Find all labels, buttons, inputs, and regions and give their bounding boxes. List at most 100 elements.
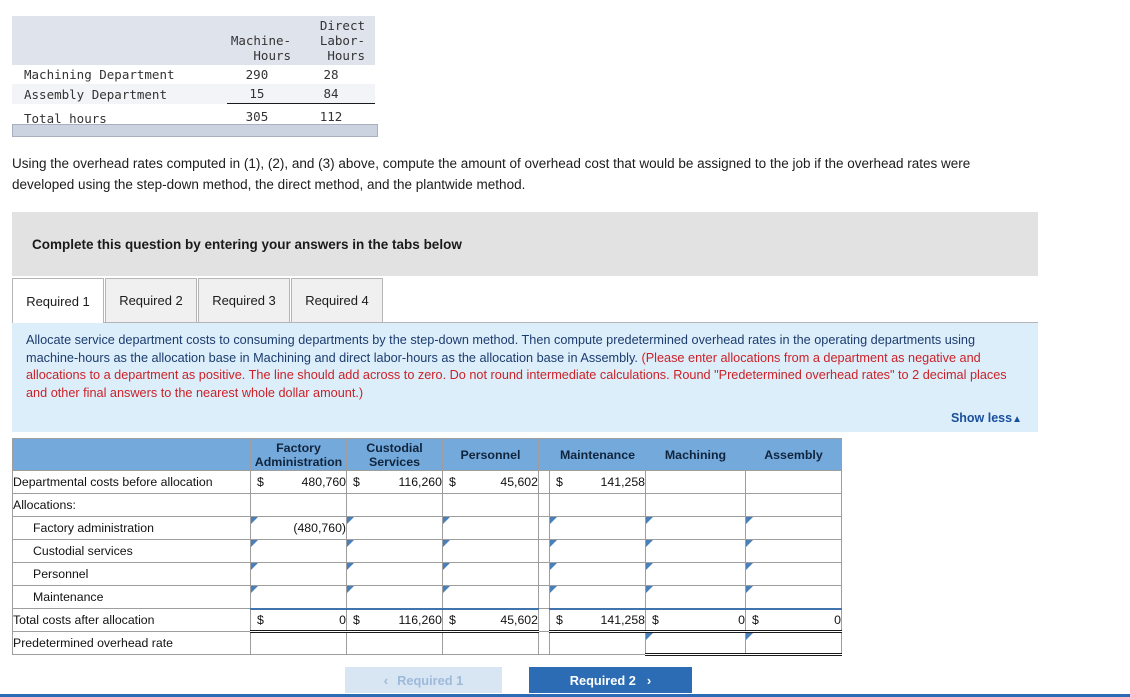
tab-required-2[interactable]: Required 2	[105, 278, 197, 322]
before-allocation-machining	[645, 470, 746, 494]
grid-spacer-cell	[538, 608, 550, 632]
overhead-rate-personnel	[442, 631, 539, 655]
input-factory-administration-cs[interactable]	[346, 516, 443, 540]
input-custodial-services-machining[interactable]	[645, 539, 746, 563]
cell-value: 0	[834, 612, 841, 627]
allocation-grid: Factory Administration Custodial Service…	[12, 438, 842, 656]
input-maintenance-assembly[interactable]	[745, 585, 842, 610]
grid-header-spacer	[538, 438, 550, 471]
allocation-grid-header-row: Factory Administration Custodial Service…	[12, 438, 842, 471]
input-custodial-services-cs[interactable]	[346, 539, 443, 563]
allocation-grid-body: Departmental costs before allocation $ 4…	[12, 470, 842, 656]
input-personnel-fa[interactable]	[250, 562, 347, 586]
after-allocation-custodial-services: $ 116,260	[346, 608, 443, 633]
hours-row-label-machining: Machining Department	[24, 67, 175, 82]
currency-symbol: $	[353, 612, 360, 627]
row-label-factory-administration: Factory administration	[12, 516, 251, 540]
previous-requirement-button[interactable]: ‹ Required 1	[345, 667, 502, 693]
tab-required-3[interactable]: Required 3	[198, 278, 290, 322]
grid-header-blank	[12, 438, 251, 471]
cell-value: 0	[339, 612, 346, 627]
currency-symbol: $	[652, 612, 659, 627]
next-requirement-button[interactable]: Required 2 ›	[529, 667, 692, 693]
allocation-grid-head: Factory Administration Custodial Service…	[12, 438, 842, 471]
after-allocation-personnel: $ 45,602	[442, 608, 539, 633]
input-maintenance-personnel[interactable]	[442, 585, 539, 610]
input-custodial-services-assembly[interactable]	[745, 539, 842, 563]
input-overhead-rate-machining[interactable]	[645, 631, 746, 656]
input-maintenance-cs[interactable]	[346, 585, 443, 610]
input-custodial-services-fa[interactable]	[250, 539, 347, 563]
row-label-allocations: Allocations:	[12, 493, 251, 517]
horizontal-scrollbar[interactable]	[12, 124, 378, 137]
row-label-custodial-services: Custodial services	[12, 539, 251, 563]
before-allocation-personnel: $ 45,602	[442, 470, 539, 494]
hours-machining-direct-labor-hours: 28	[323, 67, 339, 82]
table-row: Maintenance	[12, 585, 842, 610]
input-factory-administration-fa[interactable]: (480,760)	[250, 516, 347, 540]
before-allocation-custodial-services: $ 116,260	[346, 470, 443, 494]
table-row: Departmental costs before allocation $ 4…	[12, 470, 842, 494]
input-personnel-cs[interactable]	[346, 562, 443, 586]
input-personnel-assembly[interactable]	[745, 562, 842, 586]
tab-required-1[interactable]: Required 1	[12, 278, 104, 323]
input-custodial-services-personnel[interactable]	[442, 539, 539, 563]
instruction-banner-text: Complete this question by entering your …	[32, 236, 462, 252]
cell-value: 45,602	[500, 612, 538, 627]
overhead-rate-factory-administration	[250, 631, 347, 655]
table-row: Assembly Department 15 84	[12, 84, 375, 104]
grid-spacer-cell	[538, 516, 550, 540]
input-factory-administration-maintenance[interactable]	[549, 516, 646, 540]
show-less-toggle[interactable]: Show less▲	[951, 411, 1022, 425]
allocations-header-machining	[645, 493, 746, 517]
after-allocation-assembly: $ 0	[745, 608, 842, 633]
row-label-after-allocation: Total costs after allocation	[12, 608, 251, 632]
cell-value: 116,260	[398, 612, 442, 627]
allocations-header-factory-administration	[250, 493, 347, 517]
grid-header-custodial-services: Custodial Services	[346, 438, 443, 471]
grid-spacer-cell	[538, 631, 550, 655]
row-label-maintenance: Maintenance	[12, 585, 251, 609]
table-row: Factory administration (480,760)	[12, 516, 842, 540]
instruction-banner: Complete this question by entering your …	[12, 212, 1038, 276]
overhead-rate-custodial-services	[346, 631, 443, 655]
hours-table-head: Machine- Hours Direct Labor- Hours	[12, 16, 375, 65]
hours-assembly-direct-labor-hours: 84	[301, 84, 375, 104]
hours-table: Machine- Hours Direct Labor- Hours Machi…	[12, 16, 375, 129]
hours-row-label-assembly: Assembly Department	[12, 84, 227, 104]
table-row: Allocations:	[12, 493, 842, 517]
cell-value: 45,602	[500, 475, 538, 489]
input-overhead-rate-assembly[interactable]	[745, 631, 842, 656]
input-custodial-services-maintenance[interactable]	[549, 539, 646, 563]
input-factory-administration-machining[interactable]	[645, 516, 746, 540]
grid-header-machining: Machining	[645, 438, 746, 471]
hours-machining-machine-hours: 290	[245, 67, 269, 82]
tab-required-4[interactable]: Required 4	[291, 278, 383, 322]
before-allocation-factory-administration: $ 480,760	[250, 470, 347, 494]
input-factory-administration-assembly[interactable]	[745, 516, 842, 540]
hours-table-container: Machine- Hours Direct Labor- Hours Machi…	[12, 16, 375, 129]
after-allocation-factory-administration: $ 0	[250, 608, 347, 633]
hours-table-body: Machining Department 290 28 Assembly Dep…	[12, 65, 375, 129]
overhead-rate-maintenance	[549, 631, 646, 655]
hours-header-row: Machine- Hours Direct Labor- Hours	[12, 16, 375, 65]
before-allocation-maintenance: $ 141,258	[549, 470, 646, 494]
input-maintenance-machining[interactable]	[645, 585, 746, 610]
hours-assembly-machine-hours: 15	[226, 84, 302, 104]
currency-symbol: $	[556, 612, 563, 627]
previous-requirement-label: Required 1	[397, 672, 464, 688]
input-maintenance-maintenance[interactable]	[549, 585, 646, 610]
currency-symbol: $	[353, 475, 360, 489]
input-factory-administration-personnel[interactable]	[442, 516, 539, 540]
hours-header-blank	[12, 16, 227, 65]
cell-value: 141,258	[600, 612, 645, 627]
cell-value: 116,260	[398, 475, 442, 489]
input-personnel-maintenance[interactable]	[549, 562, 646, 586]
grid-header-factory-administration: Factory Administration	[250, 438, 347, 471]
allocations-header-personnel	[442, 493, 539, 517]
row-label-before-allocation: Departmental costs before allocation	[12, 470, 251, 494]
input-maintenance-fa[interactable]	[250, 585, 347, 610]
input-personnel-machining[interactable]	[645, 562, 746, 586]
question-page: Machine- Hours Direct Labor- Hours Machi…	[0, 0, 1130, 697]
input-personnel-personnel[interactable]	[442, 562, 539, 586]
